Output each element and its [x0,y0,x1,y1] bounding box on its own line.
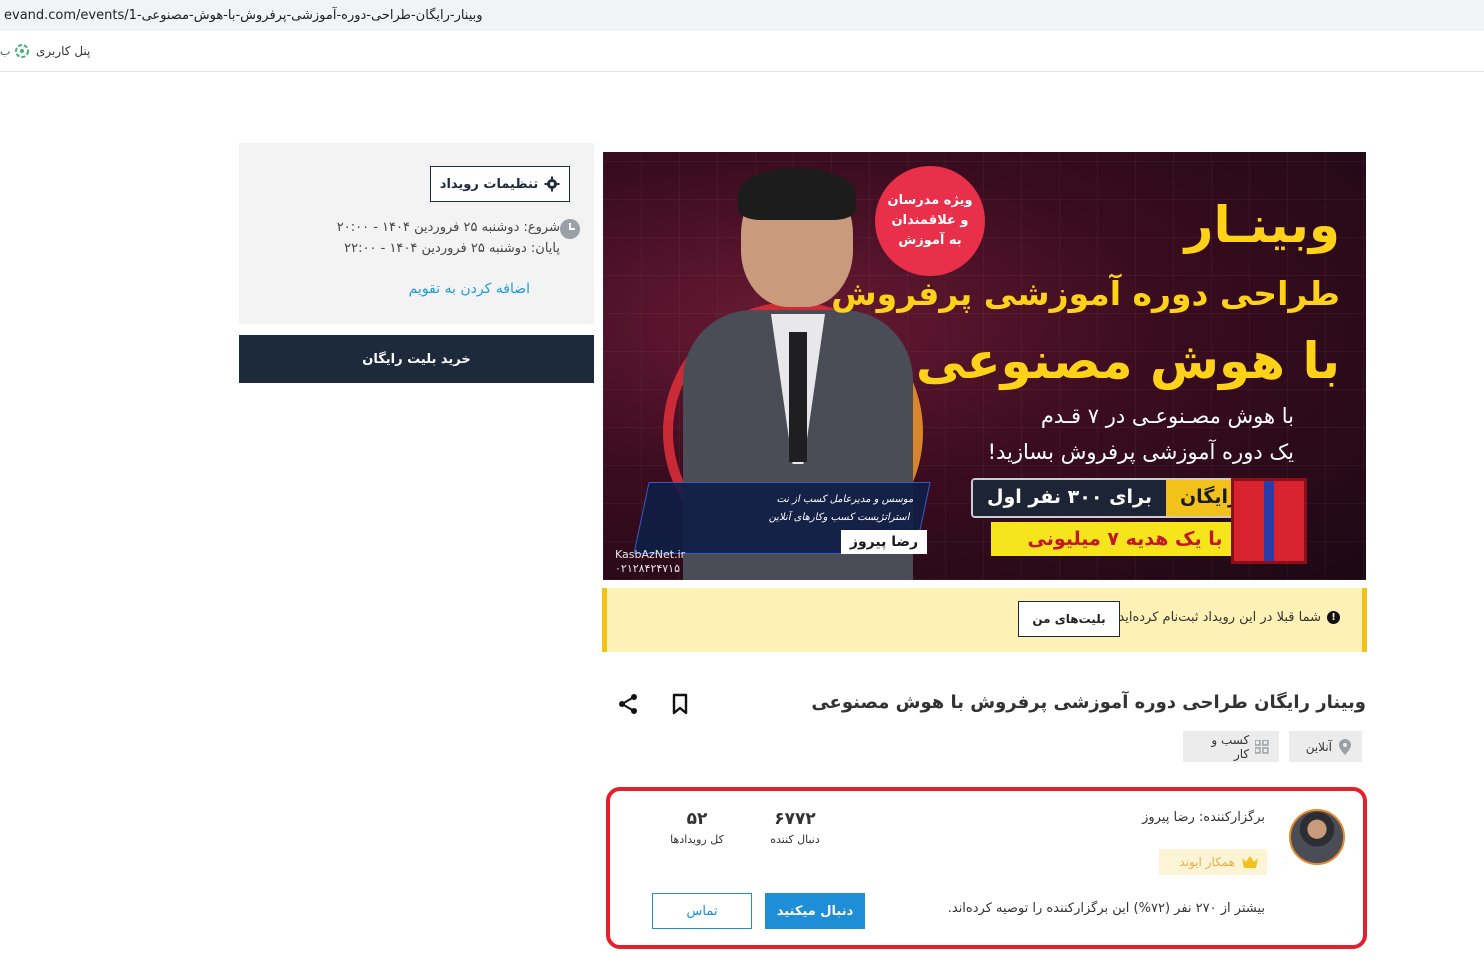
teacher-name: رضا پیروز [849,534,919,550]
partner-label: همکار ایوند [1179,855,1235,869]
followers-label: دنبال کننده [770,833,820,846]
registered-notice: ! شما قبلا در این رویداد ثبت‌نام کرده‌ای… [602,588,1367,652]
tag-online-label: آنلاین [1305,739,1332,754]
bookmark-edge[interactable]: ب [0,45,10,58]
event-settings-button[interactable]: تنظیمات رویداد [430,166,570,202]
tag-online[interactable]: آنلاین [1289,731,1362,762]
location-pin-icon [1339,738,1351,755]
notice-message: ! شما قبلا در این رویداد ثبت‌نام کرده‌ای… [1114,610,1340,625]
card-line-2: استراتژیست کسب وکارهای آنلاین [768,512,912,523]
address-bar[interactable]: evand.com/events/1-وبینار-رایگان-طراحی-د… [0,0,1484,31]
banner-gift-text: با یک هدیه ۷ میلیونی [991,522,1259,556]
presenter-tie [789,332,807,462]
event-info-card: تنظیمات رویداد شروع: دوشنبه ۲۵ فروردین ۱… [239,143,594,324]
tag-business[interactable]: کسب و کار [1183,731,1279,762]
card-line-1: موسس و مدیرعامل کسب از نت [775,494,916,505]
banner-teacher-name: رضا پیروز [841,530,927,554]
followers-stat: ۶۷۷۲ دنبال کننده [760,809,830,846]
organizer-name[interactable]: برگزارکننده: رضا پیروز [1142,810,1265,825]
banner-phone: ۰۲۱۲۸۴۲۴۷۱۵ [615,562,680,575]
events-label: کل رویدادها [670,833,724,846]
banner-line-steps: با هوش مصـنوعـی در ۷ قـدم [1040,404,1294,428]
evand-logo-icon [15,44,29,58]
event-end: پایان: دوشنبه ۲۵ فروردین ۱۴۰۴ - ۲۲:۰۰ [344,241,560,256]
crown-icon [1242,856,1258,868]
organizer-recommend: بیشتر از ۲۷۰ نفر (۷۲%) این برگزارکننده ر… [947,901,1265,916]
event-settings-label: تنظیمات رویداد [439,176,539,192]
banner-title-ai: با هوش مصنوعی [915,332,1340,390]
events-stat: ۵۲ کل رویدادها [662,809,732,846]
events-count: ۵۲ [686,809,708,829]
bookmark-icon[interactable] [668,692,692,716]
gear-icon [544,176,560,192]
event-title: وبینار رایگان طراحی دوره آموزشی پرفروش ب… [811,692,1366,713]
banner-first-300: برای ۳۰۰ نفر اول [973,480,1166,516]
share-icon[interactable] [616,692,640,716]
banner-bubble: ویژه مدرسان و علاقمندان به آموزش [875,166,985,276]
presenter-hair [738,168,856,220]
notice-text: شما قبلا در این رویداد ثبت‌نام کرده‌اید. [1114,610,1321,625]
url-text: evand.com/events/1-وبینار-رایگان-طراحی-د… [4,8,483,23]
follow-button[interactable]: دنبال میکنید [765,893,865,929]
category-grid-icon [1255,739,1269,754]
followers-count: ۶۷۷۲ [774,809,816,829]
add-to-calendar-link[interactable]: اضافه کردن به تقویم [409,281,530,297]
organizer-card: برگزارکننده: رضا پیروز همکار ایوند بیشتر… [606,787,1367,949]
banner-footer: KasbAzNet.ir ۰۲۱۲۸۴۲۴۷۱۵ [615,548,685,576]
tag-business-label: کسب و کار [1211,732,1250,761]
banner-free-pill: رایگان برای ۳۰۰ نفر اول [971,478,1255,518]
event-banner: ویژه مدرسان و علاقمندان به آموزش وبینـار… [603,152,1366,580]
banner-site: KasbAzNet.ir [615,548,686,561]
contact-button[interactable]: تماس [652,893,752,929]
bookmark-label: پنل کاربری [36,44,91,58]
info-icon: ! [1327,611,1340,624]
buy-free-ticket-button[interactable]: خرید بلیت رایگان [239,335,594,383]
bookmarks-bar: ب پنل کاربری [0,31,1484,72]
banner-line-build: یک دوره آموزشی پرفروش بسازید! [987,440,1294,464]
gift-box-icon [1231,478,1307,564]
banner-title-course: طراحی دوره آموزشی پرفروش [831,274,1340,313]
event-time: شروع: دوشنبه ۲۵ فروردین ۱۴۰۴ - ۲۰:۰۰ پای… [337,217,560,259]
bookmark-user-panel[interactable]: پنل کاربری [14,43,90,59]
clock-icon [560,219,580,239]
event-start: شروع: دوشنبه ۲۵ فروردین ۱۴۰۴ - ۲۰:۰۰ [336,220,560,235]
banner-title-webinar: وبینـار [1184,196,1340,254]
organizer-avatar[interactable] [1289,809,1345,865]
my-tickets-button[interactable]: بلیت‌های من [1018,601,1120,637]
evand-partner-badge: همکار ایوند [1159,849,1267,875]
